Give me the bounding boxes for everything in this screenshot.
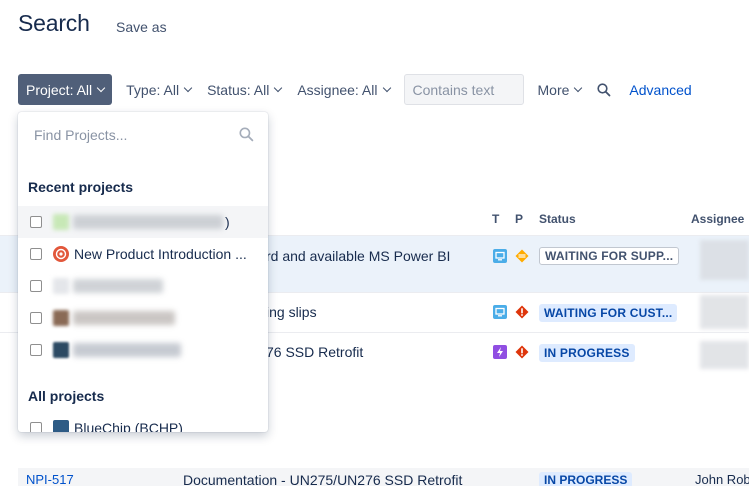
issue-summary[interactable]: 76 SSD Retrofit — [266, 344, 363, 360]
advanced-search-link[interactable]: Advanced — [629, 82, 691, 98]
project-checkbox[interactable] — [30, 280, 42, 292]
issue-key[interactable]: NPI-517 — [26, 472, 74, 486]
project-name-redacted — [73, 215, 223, 229]
project-label: BlueChip (BCHP) — [74, 420, 183, 432]
issue-summary[interactable]: rd and available MS Power BI — [266, 248, 450, 264]
project-avatar — [53, 342, 69, 358]
type-filter-button[interactable]: Type: All — [118, 74, 199, 105]
project-option[interactable]: New Product Introduction ... — [18, 238, 268, 270]
all-projects-heading: All projects — [28, 388, 105, 404]
recent-projects-heading: Recent projects — [28, 179, 134, 195]
issue-summary[interactable]: ing slips — [266, 304, 317, 320]
project-checkbox[interactable] — [30, 248, 42, 260]
column-header-assignee[interactable]: Assignee — [691, 212, 744, 226]
project-option[interactable] — [18, 334, 268, 366]
project-filter-label: Project: All — [26, 81, 93, 98]
npi-project-avatar-icon — [53, 246, 69, 262]
status-badge: IN PROGRESS — [539, 344, 635, 362]
project-avatar — [53, 278, 69, 294]
filter-bar: Project: All Type: All Status: All Assig… — [18, 74, 692, 105]
project-option[interactable]: BlueChip (BCHP) — [18, 412, 268, 432]
project-avatar — [53, 310, 69, 326]
search-icon — [597, 82, 611, 96]
assignee-redacted — [700, 295, 749, 329]
high-priority-icon — [515, 345, 529, 359]
page-title: Search — [18, 10, 90, 36]
table-row[interactable]: NPI-517 Documentation - UN275/UN276 SSD … — [18, 468, 749, 486]
assignee-redacted — [700, 240, 749, 280]
project-label: ) — [225, 214, 230, 230]
project-label: New Product Introduction ... — [74, 246, 247, 262]
status-badge: WAITING FOR SUPP... — [539, 247, 680, 265]
more-filter-label: More — [537, 81, 570, 98]
chevron-down-icon — [274, 83, 283, 92]
type-filter-label: Type: All — [126, 81, 180, 98]
assignee-redacted — [700, 341, 749, 369]
more-filter-button[interactable]: More — [530, 74, 590, 105]
project-avatar — [53, 420, 69, 432]
save-as-link[interactable]: Save as — [116, 19, 167, 35]
project-name-redacted — [73, 343, 181, 357]
column-header-priority[interactable]: P — [515, 212, 523, 226]
project-checkbox[interactable] — [30, 216, 42, 228]
project-checkbox[interactable] — [30, 422, 42, 432]
issue-summary[interactable]: Documentation - UN275/UN276 SSD Retrofit — [183, 472, 462, 486]
project-filter-button[interactable]: Project: All — [18, 74, 113, 105]
project-name-redacted — [73, 311, 175, 325]
assignee-name: John Rob — [695, 472, 749, 486]
medium-priority-icon — [515, 249, 529, 263]
project-name-redacted — [73, 279, 163, 293]
assignee-filter-button[interactable]: Assignee: All — [289, 74, 397, 105]
project-option[interactable] — [18, 302, 268, 334]
chevron-down-icon — [183, 83, 193, 92]
search-icon — [239, 127, 254, 142]
project-avatar — [53, 214, 69, 230]
status-badge: IN PROGRESS — [539, 472, 633, 486]
find-projects-input[interactable] — [26, 120, 260, 150]
monitor-icon — [493, 249, 507, 263]
project-checkbox[interactable] — [30, 312, 42, 324]
column-header-type[interactable]: T — [492, 212, 499, 226]
chevron-down-icon — [96, 83, 106, 92]
lightning-icon — [493, 345, 507, 359]
project-option[interactable]: ) — [18, 206, 268, 238]
chevron-down-icon — [574, 83, 583, 92]
contains-text-input[interactable] — [403, 74, 524, 105]
search-button[interactable] — [589, 74, 619, 105]
column-header-status[interactable]: Status — [539, 212, 576, 226]
find-projects-box — [26, 120, 260, 150]
status-filter-button[interactable]: Status: All — [199, 74, 289, 105]
monitor-icon — [493, 305, 507, 319]
status-badge: WAITING FOR CUST... — [539, 304, 678, 322]
assignee-filter-label: Assignee: All — [297, 81, 378, 98]
high-priority-icon — [515, 305, 529, 319]
project-checkbox[interactable] — [30, 344, 42, 356]
project-dropdown: Recent projects ) New Product Introducti… — [18, 112, 268, 432]
status-filter-label: Status: All — [207, 81, 270, 98]
chevron-down-icon — [382, 83, 391, 92]
project-option[interactable] — [18, 270, 268, 302]
